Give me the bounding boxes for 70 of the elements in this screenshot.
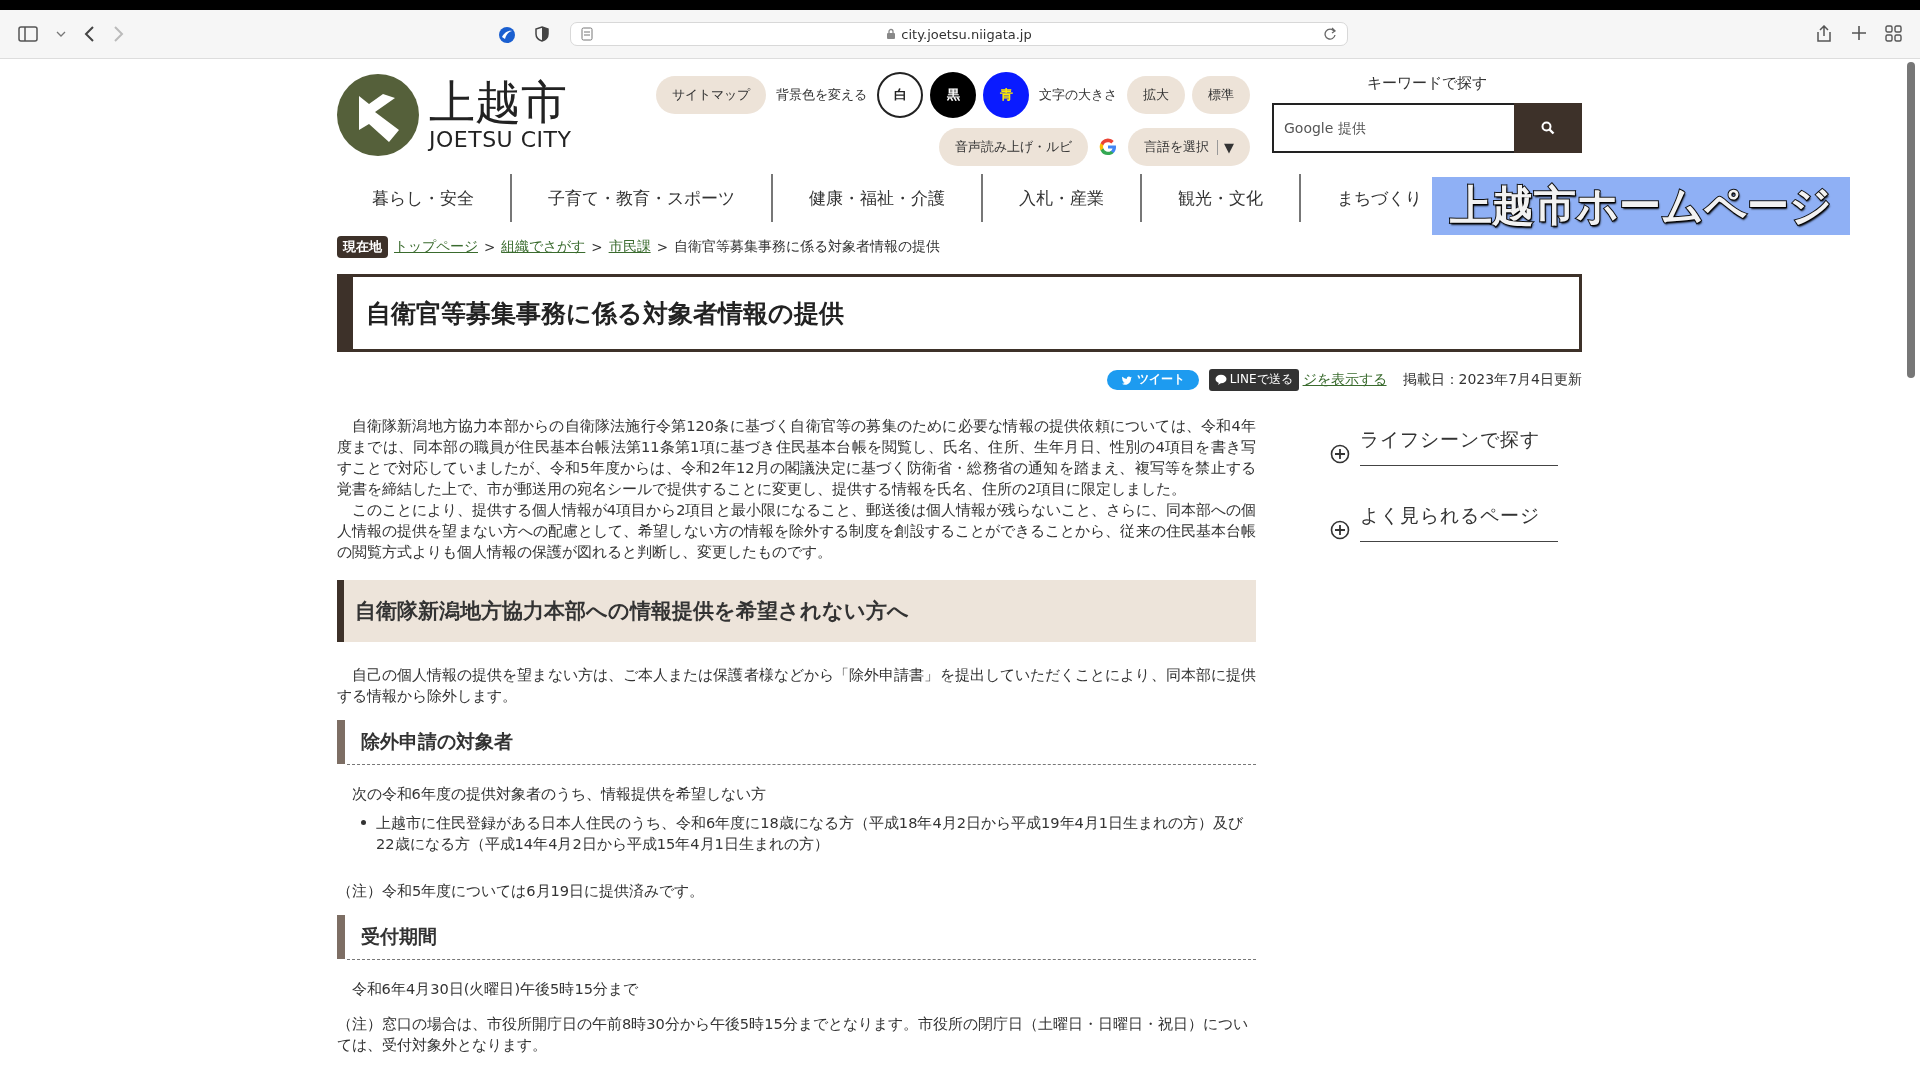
chevron-down-icon <box>56 30 66 38</box>
url-text: city.joetsu.niigata.jp <box>901 26 1032 42</box>
breadcrumb-link[interactable]: 市民課 <box>608 238 651 256</box>
nav-link[interactable]: 入札・産業 <box>981 174 1140 222</box>
background-color-label: 背景色を変える <box>776 86 867 104</box>
video-caption: 上越市ホームページ <box>1432 177 1850 235</box>
reload-icon <box>1324 27 1337 41</box>
page-icon <box>581 27 593 41</box>
address-bar[interactable]: city.joetsu.niigata.jp <box>570 22 1348 46</box>
city-name-english: JOETSU CITY <box>429 127 572 153</box>
bird-icon <box>1120 374 1133 385</box>
sidebar-icon <box>18 25 38 43</box>
note-text: （注）令和5年度については6月19日に提供済みです。 <box>337 880 706 901</box>
nav-link[interactable]: 子育て・教育・スポーツ <box>510 174 771 222</box>
breadcrumb-separator: > <box>484 239 496 255</box>
text-size-label: 文字の大きさ <box>1039 86 1117 104</box>
shield-icon <box>534 26 550 43</box>
breadcrumb-current: 自衛官等募集事務に係る対象者情報の提供 <box>673 238 940 256</box>
background-color-button[interactable]: 青 <box>983 72 1029 118</box>
paragraph: 令和6年4月30日(火曜日)午後5時15分まで <box>350 978 639 999</box>
current-location-label: 現在地 <box>337 236 388 258</box>
lock-icon <box>886 28 897 40</box>
city-name: 上越市 <box>429 77 568 127</box>
subsection-heading: 受付期間 <box>337 914 1256 960</box>
note-text: （注）窓口の場合は、市役所開庁日の午前8時30分から午後5時15分までとなります。市役所の閉庁日（土曜日・日曜日・祝日）については、受付対象外となります。 <box>337 1013 1249 1055</box>
google-icon <box>1099 138 1117 156</box>
forward-icon <box>113 26 124 42</box>
search-button[interactable] <box>1514 103 1582 153</box>
nav-link[interactable]: 観光・文化 <box>1140 174 1299 222</box>
background-color-button[interactable]: 白 <box>877 72 923 118</box>
nav-link[interactable]: 健康・福祉・介護 <box>771 174 981 222</box>
search-icon <box>1541 121 1555 135</box>
breadcrumb-separator: > <box>591 239 603 255</box>
paragraph: 次の令和6年度の提供対象者のうち、情報提供を希望しない方 <box>350 783 767 804</box>
page-link[interactable]: ジを表示する <box>1302 370 1387 389</box>
breadcrumb-separator: > <box>656 239 668 255</box>
posted-date: 掲載日：2023年7月4日更新 <box>1402 370 1582 389</box>
tab-overview-icon <box>1885 25 1902 42</box>
paragraph: 自己の個人情報の提供を望まない方は、ご本人または保護者様などから「除外申請書」を提出していただくことにより、同本部に提供する情報から除外します。 <box>337 664 1256 706</box>
nav-link[interactable]: 暮らし・安全 <box>337 174 510 222</box>
background-color-button[interactable]: 黒 <box>930 72 976 118</box>
sitemap-button[interactable]: サイトマップ <box>656 76 766 114</box>
text-size-button[interactable]: 標準 <box>1192 76 1250 114</box>
extension-icon <box>498 26 516 44</box>
speech-bubble-icon <box>1214 373 1227 386</box>
sidebar-menu-link[interactable]: ライフシーンで探す <box>1360 426 1558 466</box>
page-title: 自衛官等募集事務に係る対象者情報の提供 <box>337 274 1582 352</box>
read-aloud-button[interactable]: 音声読み上げ・ルビ <box>939 128 1088 166</box>
line-share-button[interactable]: LINEで送る <box>1208 368 1299 391</box>
plus-circle-icon <box>1330 443 1350 464</box>
language-select[interactable]: 言語を選択 ▼ <box>1128 128 1250 166</box>
new-tab-icon <box>1851 25 1867 41</box>
subsection-heading: 除外申請の対象者 <box>337 719 1256 765</box>
section-heading: 自衛隊新潟地方協力本部への情報提供を希望されない方へ <box>337 579 1256 642</box>
bullet-icon <box>361 819 366 825</box>
sidebar-menu-link[interactable]: よく見られるページ <box>1360 502 1558 542</box>
search-field[interactable]: Google 提供 <box>1272 103 1514 153</box>
nav-link[interactable]: まちづくり <box>1299 174 1422 222</box>
text-size-button[interactable]: 拡大 <box>1127 76 1185 114</box>
scrollbar-thumb[interactable] <box>1907 62 1915 378</box>
search-label: キーワードで探す <box>1367 74 1487 93</box>
plus-circle-icon <box>1330 519 1350 540</box>
breadcrumb-link[interactable]: トップページ <box>394 238 478 256</box>
list-item: 上越市に住民登録がある日本人住民のうち、令和6年度に18歳になる方（平成18年4月2日から平成19年4月1日生まれの方）及び22歳になる方（平成14年4月2日から平成15年4月1日生まれの方） <box>376 812 1245 854</box>
paragraph: 自衛隊新潟地方協力本部からの自衛隊法施行令第120条に基づく自衛官等の募集のために必要な情報の提供依頼については、令和4年度までは、同本部の職員が住民基本台帳法第11条第1項に基づき住民基本台帳を閲覧し、氏名、住所、生年月日、性別の4項目を書き写すことで対応していましたが、令和5年度からは、令和2年12月の閣議決定に基づく防衛省・総務省の通知を踏まえ、複写等を禁止する覚書を締結した上で、市が郵送用の宛名シールで提供することに変更し、提供する情報を氏名、住所の2項目に限定しました。 <box>337 415 1256 499</box>
city-logo-icon <box>337 74 419 156</box>
back-icon <box>84 26 95 42</box>
share-icon <box>1815 25 1833 43</box>
paragraph: このことにより、提供する個人情報が4項目から2項目と最小限になること、郵送後は個人情報が残らないこと、さらに、同本部への個人情報の提供を望まない方への配慮として、希望しない方の情報を除外する制度を創設することができることから、従来の住民基本台帳の閲覧方式よりも個人情報の保護が図れると判断し、変更したものです。 <box>337 499 1256 562</box>
breadcrumb-link[interactable]: 組織でさがす <box>501 238 586 256</box>
